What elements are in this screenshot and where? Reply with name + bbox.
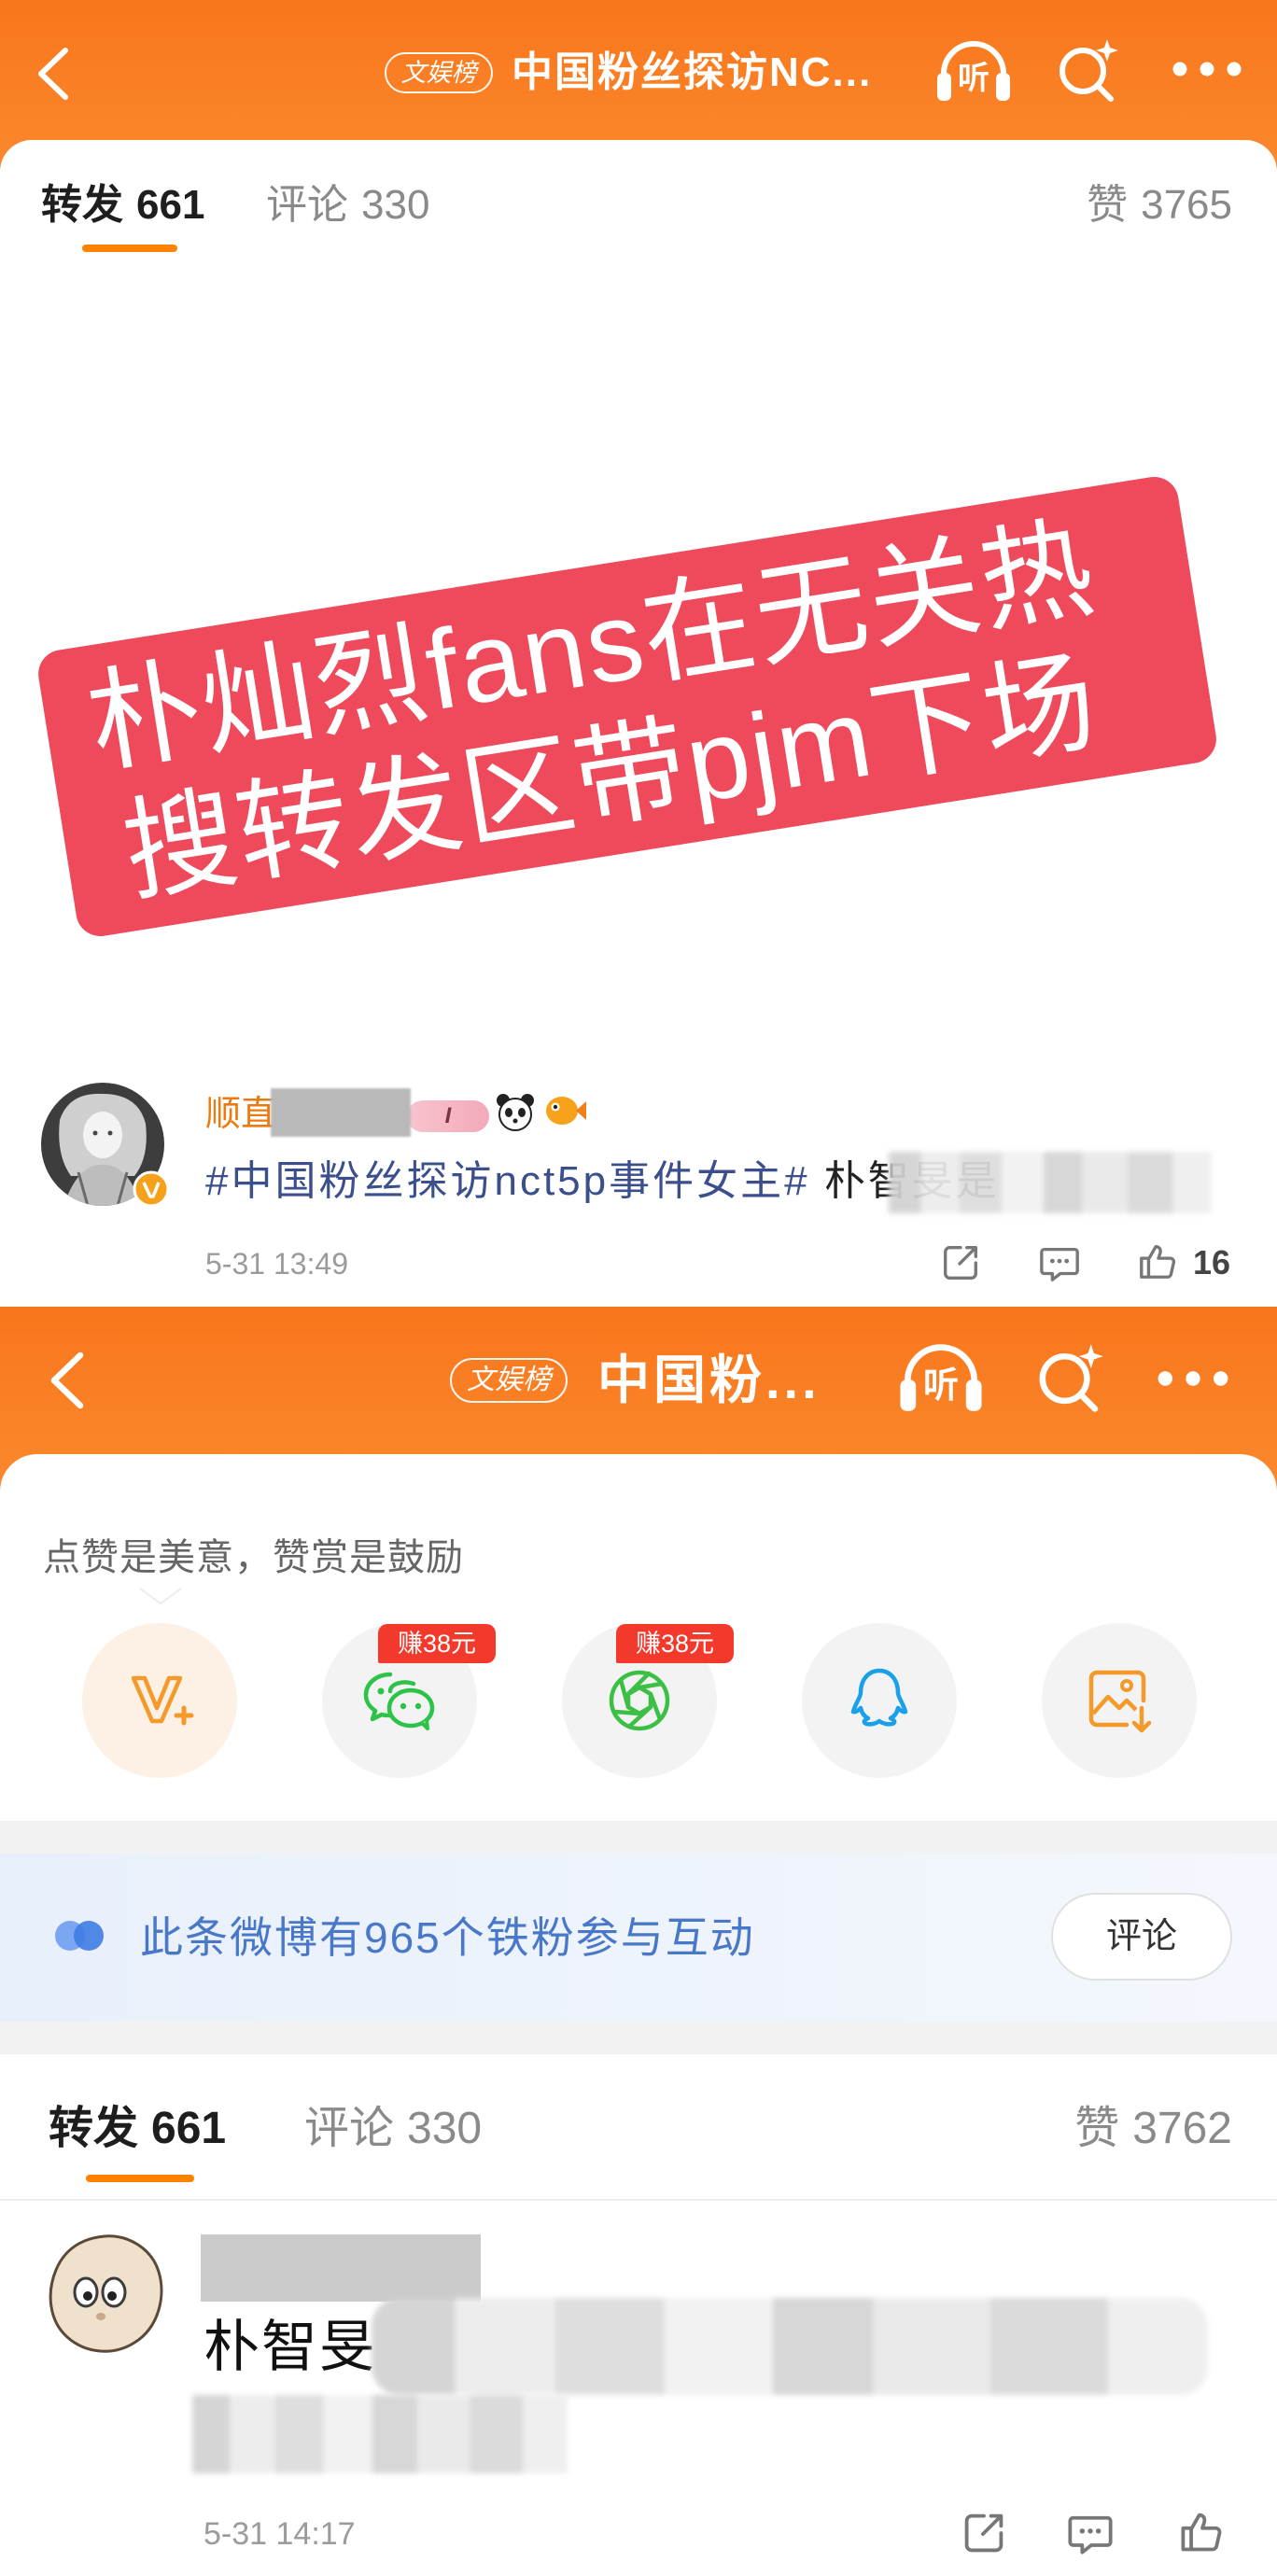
- member-badge-text: I: [444, 1103, 452, 1128]
- page-title: 中国粉丝探访NC...: [512, 49, 873, 95]
- tab-count: 661: [151, 2104, 227, 2153]
- vip-share-button[interactable]: [82, 1623, 237, 1778]
- save-image-button[interactable]: [1042, 1623, 1197, 1778]
- comment-time: 5-31 14:17: [203, 2516, 356, 2552]
- tooltip-caret: [140, 1587, 181, 1605]
- listen-button[interactable]: 听: [896, 1337, 986, 1419]
- username[interactable]: 顺直: [205, 1090, 276, 1139]
- tab-label: 赞: [1087, 182, 1129, 228]
- tab-comment[interactable]: 评论 330: [304, 2100, 482, 2158]
- redacted-name-block: [271, 1088, 411, 1137]
- rank-badge[interactable]: 文娱榜: [385, 52, 493, 93]
- comment-icon[interactable]: [1038, 1241, 1081, 1284]
- back-icon[interactable]: [32, 45, 73, 103]
- tab-count: 661: [136, 182, 205, 228]
- share-icon[interactable]: [939, 1241, 982, 1284]
- tab-repost[interactable]: 转发 661: [49, 2100, 226, 2158]
- listen-label: 听: [922, 1366, 959, 1406]
- comment-icon[interactable]: [1066, 2509, 1115, 2557]
- tab-label: 评论: [304, 2104, 395, 2153]
- section-divider: [0, 1821, 1277, 1854]
- rank-badge[interactable]: 文娱榜: [450, 1358, 568, 1403]
- back-icon[interactable]: [45, 1350, 88, 1411]
- wechat-icon: [363, 1672, 435, 1730]
- listen-button[interactable]: 听: [933, 35, 1014, 106]
- like-count: 16: [1193, 1243, 1231, 1281]
- fans-icon: [51, 1915, 109, 1956]
- like-icon[interactable]: [1178, 2507, 1227, 2555]
- redacted-text-block: [889, 1152, 1212, 1213]
- tab-count: 3765: [1141, 182, 1232, 228]
- listen-label: 听: [958, 61, 989, 96]
- tab-comment[interactable]: 评论 330: [266, 177, 429, 233]
- panda-icon: [495, 1092, 536, 1133]
- fans-interaction-text: 此条微博有965个铁粉参与互动: [140, 1913, 755, 1962]
- tab-label: 评论: [266, 182, 348, 228]
- tab-count: 330: [407, 2104, 483, 2153]
- hashtag-link[interactable]: #中国粉丝探访nct5p事件女主#: [205, 1158, 810, 1204]
- share-icon[interactable]: [960, 2509, 1008, 2557]
- page: 文娱榜 中国粉丝探访NC... 听 转发 661 评论 330 赞 3765 朴灿烈f…: [0, 0, 1277, 2576]
- page-title: 中国粉...: [597, 1351, 821, 1409]
- tab-label: 转发: [41, 182, 123, 228]
- vip-plus-icon: [131, 1675, 194, 1726]
- redacted-name-block: [201, 2234, 481, 2302]
- tab-like[interactable]: 赞 3765: [1087, 177, 1232, 233]
- redacted-text-block: [372, 2298, 1208, 2395]
- more-icon[interactable]: [1171, 58, 1243, 80]
- tab-count: 330: [361, 182, 430, 228]
- avatar[interactable]: [41, 2231, 168, 2358]
- fish-icon: [541, 1090, 588, 1131]
- fans-comment-button[interactable]: 评论: [1051, 1893, 1232, 1981]
- earn-badge: 赚38元: [378, 1624, 496, 1663]
- active-tab-indicator: [82, 245, 177, 252]
- moments-icon: [609, 1670, 670, 1731]
- search-icon[interactable]: [1032, 1340, 1107, 1415]
- active-tab-indicator: [86, 2175, 194, 2182]
- comment-time: 5-31 13:49: [205, 1247, 349, 1281]
- comment-text: #中国粉丝探访nct5p事件女主# 朴智旻是: [205, 1155, 1000, 1208]
- tab-repost[interactable]: 转发 661: [41, 177, 204, 233]
- tab-like[interactable]: 赞 3762: [1074, 2100, 1232, 2158]
- tab-count: 3762: [1132, 2104, 1232, 2153]
- save-image-icon: [1088, 1670, 1152, 1733]
- qq-icon: [850, 1668, 908, 1727]
- member-badge: I: [407, 1100, 489, 1132]
- comment-body: 朴智旻: [203, 2316, 377, 2378]
- tab-label: 转发: [49, 2104, 139, 2153]
- redacted-text-block: [192, 2395, 568, 2473]
- section-divider: [0, 2022, 1277, 2054]
- earn-badge: 赚38元: [616, 1624, 734, 1663]
- more-icon[interactable]: [1156, 1366, 1230, 1391]
- verified-icon: [133, 1170, 170, 1208]
- reward-prompt: 点赞是美意，赞赏是鼓励: [43, 1537, 464, 1578]
- divider: [0, 2199, 1277, 2201]
- like-icon[interactable]: [1137, 1239, 1180, 1282]
- search-icon[interactable]: [1053, 35, 1122, 105]
- tab-label: 赞: [1074, 2104, 1120, 2153]
- qq-share-button[interactable]: [802, 1623, 957, 1778]
